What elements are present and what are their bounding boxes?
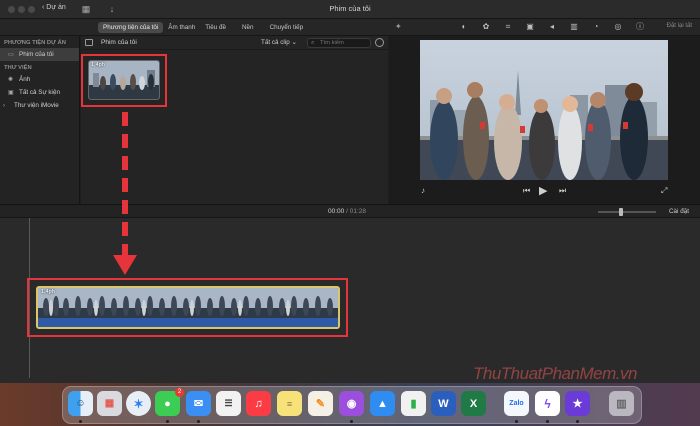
timeline-settings-button[interactable]: Cài đặt — [669, 208, 689, 215]
sidebar-toggle-icon[interactable] — [85, 39, 93, 46]
stabilization-icon[interactable]: ▣ — [524, 21, 536, 33]
library-sidebar: PHƯƠNG TIỆN DỰ ÁN ▭ Phim của tôi THƯ VIỆ… — [0, 36, 80, 204]
reminders-icon[interactable]: ☰ — [216, 391, 241, 416]
watermark-part1: ThuThuat — [473, 364, 542, 383]
speed-icon[interactable]: ◔ — [590, 21, 602, 33]
filter-label: Tất cả clip — [261, 39, 290, 46]
zalo-icon[interactable]: Zalo — [504, 391, 529, 416]
color-balance-icon[interactable]: ◐ — [458, 21, 470, 33]
total-time: 01:28 — [349, 208, 366, 215]
sidebar-item-my-movie[interactable]: ▭ Phim của tôi — [0, 48, 79, 61]
messages-running-indicator — [166, 420, 169, 423]
preview-frame-image — [420, 40, 668, 180]
zoom-slider-knob[interactable] — [618, 208, 623, 216]
microphone-icon[interactable]: ♪ — [421, 186, 425, 195]
podcasts-running-indicator — [350, 420, 353, 423]
skip-forward-icon[interactable]: ⏭ — [559, 186, 566, 196]
trash-icon[interactable]: ▥ — [609, 391, 634, 416]
podcasts-icon[interactable]: ◉ — [339, 391, 364, 416]
reset-all-button[interactable]: Đặt lại tất — [667, 23, 692, 29]
clip-filter-dropdown[interactable]: Tất cả clip ⌄ — [261, 39, 297, 46]
play-icon[interactable]: ▶ — [539, 184, 547, 197]
messenger-icon[interactable]: ϟ — [535, 391, 560, 416]
disclosure-chevron-icon: › — [3, 102, 5, 109]
tab-backgrounds[interactable]: Nền — [237, 22, 259, 33]
sidebar-item-all-events[interactable]: ▣ Tất cả Sự kiện — [0, 86, 79, 99]
color-correction-icon[interactable]: ✿ — [480, 21, 492, 33]
sidebar-item-label: Ảnh — [19, 76, 31, 83]
messages-badge: 2 — [175, 388, 184, 397]
imovie-icon[interactable]: ★ — [565, 391, 590, 416]
browser-header: Phim của tôi Tất cả clip ⌄ ⌕ Tìm kiếm — [81, 36, 388, 50]
launchpad-icon[interactable]: ▦ — [97, 391, 122, 416]
info-icon[interactable]: ⓘ — [634, 21, 646, 33]
tab-titles[interactable]: Tiêu đề — [200, 22, 231, 33]
video-preview[interactable] — [420, 40, 668, 180]
clip-filter-icon[interactable]: ◎ — [612, 21, 624, 33]
timeline-zoom-slider[interactable] — [598, 208, 656, 216]
search-icon: ⌕ — [311, 40, 315, 46]
finder-icon[interactable]: ☺ — [68, 391, 93, 416]
project-media-heading: PHƯƠNG TIỆN DỰ ÁN — [4, 40, 66, 46]
search-placeholder: Tìm kiếm — [320, 40, 344, 46]
sidebar-item-label: Thư viện iMovie — [14, 102, 59, 109]
annotation-drag-arrow — [122, 112, 128, 262]
sidebar-item-imovie-library[interactable]: › Thư viện iMovie — [0, 99, 79, 112]
imovie-window: ‹ Dự án ▦ ↓ Phim của tôi Phương tiện của… — [0, 0, 700, 426]
music-icon[interactable]: ♫ — [246, 391, 271, 416]
volume-icon[interactable]: ◂ — [546, 21, 558, 33]
numbers-icon[interactable]: ▮ — [401, 391, 426, 416]
fullscreen-icon[interactable]: ⤢ — [661, 186, 667, 196]
tab-transitions[interactable]: Chuyển tiếp — [265, 22, 309, 33]
annotation-arrow-head — [113, 255, 137, 275]
watermark-part2: PhanMem — [541, 364, 616, 383]
timeline-header: 00:00 / 01:28 Cài đặt — [0, 204, 700, 218]
tab-audio[interactable]: Âm thanh — [163, 22, 200, 33]
timecode-display: 00:00 / 01:28 — [328, 208, 366, 215]
photos-icon: ✺ — [8, 76, 14, 83]
search-input[interactable]: ⌕ Tìm kiếm — [307, 38, 371, 48]
playback-controls: ♪ ⏮ ▶ ⏭ ⤢ — [389, 184, 700, 200]
libraries-heading: THƯ VIỆN — [4, 65, 32, 71]
word-icon[interactable]: W — [431, 391, 456, 416]
tab-my-media[interactable]: Phương tiện của tôi — [98, 22, 164, 33]
film-icon: ▭ — [8, 51, 14, 58]
imovie-running-indicator — [576, 420, 579, 423]
crop-icon[interactable]: ⌗ — [502, 21, 514, 33]
watermark-part3: .vn — [615, 364, 638, 383]
keynote-icon[interactable]: ▲ — [370, 391, 395, 416]
annotation-box-source — [81, 54, 167, 107]
mail-icon[interactable]: ✉ — [186, 391, 211, 416]
pages-icon[interactable]: ✎ — [308, 391, 333, 416]
safari-icon[interactable]: ✶ — [126, 391, 151, 416]
finder-running-indicator — [79, 420, 82, 423]
title-bar: ‹ Dự án ▦ ↓ Phim của tôi — [0, 0, 700, 19]
window-title: Phim của tôi — [329, 4, 371, 13]
media-tabs: Phương tiện của tôi Âm thanh Tiêu đề Nền… — [98, 22, 308, 33]
notes-icon[interactable]: ≡ — [277, 391, 302, 416]
excel-icon[interactable]: X — [461, 391, 486, 416]
current-time: 00:00 — [328, 208, 345, 215]
sidebar-item-label: Tất cả Sự kiện — [19, 89, 60, 96]
toolbar: Phương tiện của tôi Âm thanh Tiêu đề Nền… — [0, 19, 700, 36]
watermark: ThuThuatPhanMem.vn — [473, 364, 637, 384]
noise-reduction-icon[interactable]: ▥ — [568, 21, 580, 33]
browser-settings-icon[interactable] — [375, 38, 384, 47]
zalo-running-indicator — [515, 420, 518, 423]
magic-wand-icon[interactable]: ✦ — [395, 22, 402, 31]
events-icon: ▣ — [8, 89, 14, 96]
sidebar-item-label: Phim của tôi — [19, 51, 54, 58]
messenger-running-indicator — [546, 420, 549, 423]
browser-title: Phim của tôi — [101, 39, 137, 46]
mail-running-indicator — [197, 420, 200, 423]
skip-back-icon[interactable]: ⏮ — [523, 186, 530, 196]
sidebar-item-photos[interactable]: ✺ Ảnh — [0, 73, 79, 86]
viewer-adjust-tools: ◐ ✿ ⌗ ▣ ◂ ▥ ◔ ◎ ⓘ — [458, 21, 646, 33]
annotation-box-target — [27, 278, 348, 337]
